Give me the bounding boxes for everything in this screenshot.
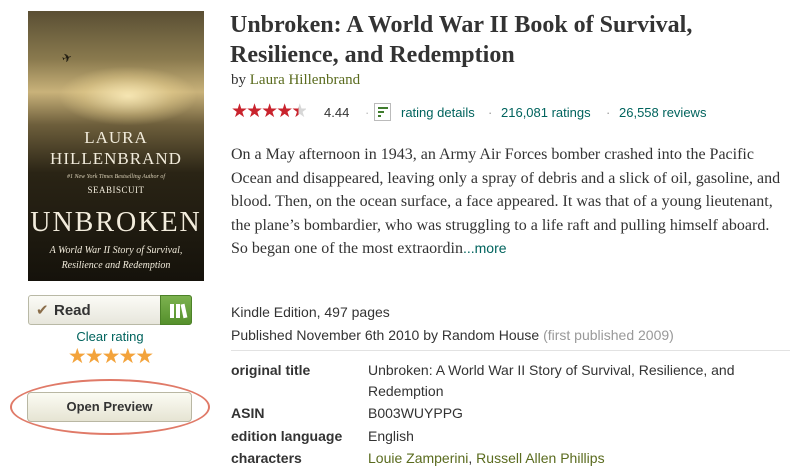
rating-row: ★★★★★ 4.44 · rating details · 216,081 ra… [231, 100, 791, 125]
rating-details-link[interactable]: rating details [401, 105, 475, 120]
book-title: Unbroken: A World War II Book of Surviva… [230, 12, 693, 68]
character-link[interactable]: Russell Allen Phillips [476, 450, 604, 466]
detail-value: Unbroken: A World War II Story of Surviv… [368, 362, 735, 399]
separator-dot: · [606, 105, 611, 120]
separator-dot: · [365, 105, 370, 120]
cover-author-first: LAURA [84, 128, 148, 147]
first-published-text: (first published 2009) [543, 327, 674, 343]
cover-previous-book: SEABISCUIT [87, 185, 145, 195]
cover-subtitle-line2: Resilience and Redemption [61, 260, 171, 271]
ratings-count-link[interactable]: 216,081 ratings [501, 105, 591, 120]
book-description: On a May afternoon in 1943, an Army Air … [231, 143, 781, 261]
star-full-2: ★ [246, 101, 263, 122]
byline: by Laura Hillenbrand [231, 72, 360, 89]
edition-info: Kindle Edition, 497 pages [231, 304, 390, 320]
character-link[interactable]: Louie Zamperini [368, 450, 468, 466]
detail-value: English [368, 428, 414, 444]
detail-value: Louie Zamperini, Russell Allen Phillips [368, 448, 788, 469]
clear-rating-link[interactable]: Clear rating [28, 329, 192, 344]
bookshelf-icon[interactable] [160, 295, 192, 325]
character-separator: , [468, 450, 477, 466]
author-link[interactable]: Laura Hillenbrand [250, 72, 360, 88]
user-rating-stars[interactable]: ★★★★★ [28, 344, 192, 369]
description-more-link[interactable]: ...more [463, 240, 507, 256]
plane-icon: ✈ [60, 49, 74, 67]
cover-title: UNBROKEN [30, 207, 202, 238]
rating-distribution-icon[interactable] [374, 103, 391, 121]
detail-value: B003WUYPPG [368, 405, 463, 421]
average-rating-value: 4.44 [324, 105, 350, 120]
by-label: by [231, 72, 246, 88]
details-divider [231, 350, 790, 351]
star-full-4: ★ [276, 101, 293, 122]
cover-sky-glow [58, 66, 198, 126]
detail-key: original title [231, 362, 311, 378]
open-preview-button[interactable]: Open Preview [27, 392, 192, 422]
published-text: Published November 6th 2010 by Random Ho… [231, 327, 540, 343]
detail-key: edition language [231, 428, 343, 444]
detail-key: ASIN [231, 405, 265, 421]
detail-key: characters [231, 450, 302, 466]
cover-blurb: #1 New York Times Bestselling Author of [66, 174, 165, 180]
separator-dot: · [488, 105, 493, 120]
cover-subtitle-line1: A World War II Story of Survival, [49, 245, 183, 256]
star-full-3: ★ [261, 101, 278, 122]
publication-info: Published November 6th 2010 by Random Ho… [231, 327, 674, 343]
reviews-count-link[interactable]: 26,558 reviews [619, 105, 706, 120]
shelf-status-label: Read [54, 302, 91, 319]
cover-author-last: HILLENBRAND [50, 149, 182, 168]
star-full-1: ★ [231, 101, 248, 122]
average-rating-stars: ★★★★★ [231, 100, 308, 123]
book-cover-image[interactable]: ✈ LAURA HILLENBRAND #1 New York Times Be… [28, 11, 204, 281]
star-partial: ★ [291, 101, 308, 122]
shelf-status-button[interactable]: ✔ Read [28, 295, 192, 325]
checkmark-icon: ✔ [36, 302, 49, 319]
